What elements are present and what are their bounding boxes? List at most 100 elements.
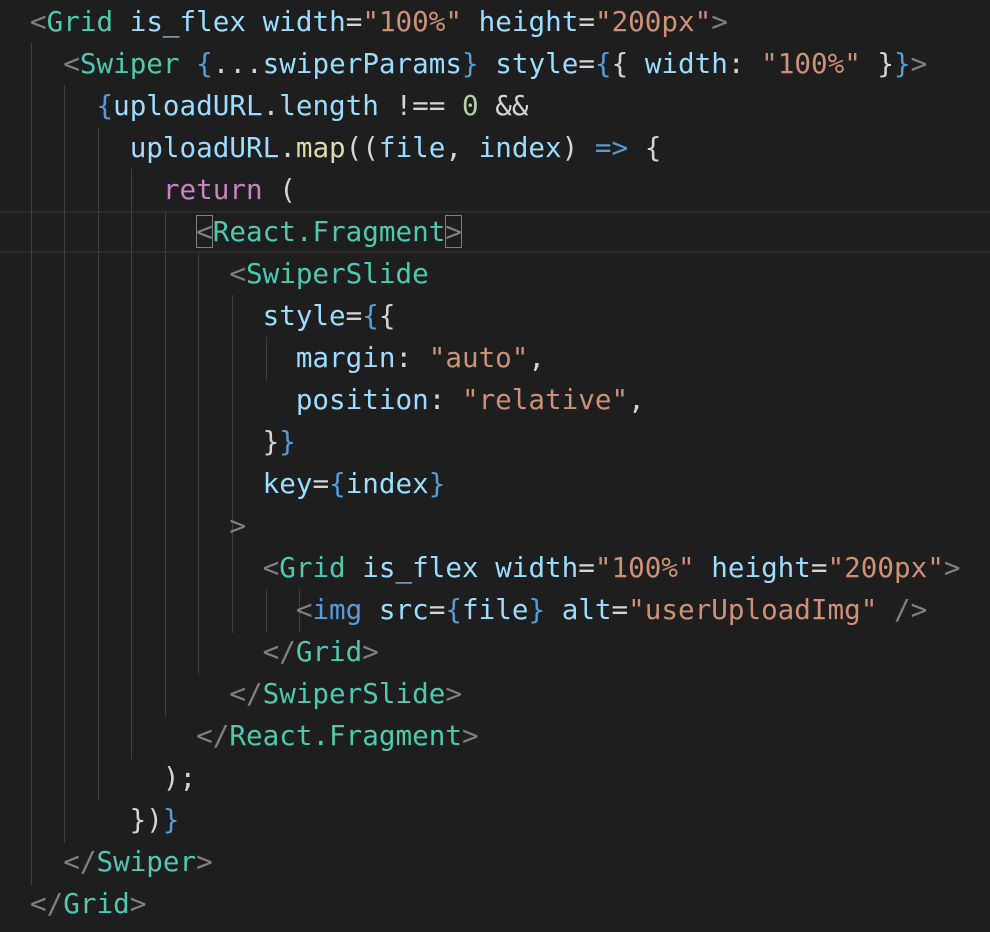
code-line: position: "relative", [30,379,645,421]
code-line: > [30,505,246,547]
code-token: /> [894,593,928,626]
code-token: } [279,425,296,458]
code-token: </ [229,677,263,710]
code-token: ) [561,131,595,164]
code-line: <SwiperSlide [30,253,429,295]
code-token: key [262,467,313,500]
code-token: is_flex [129,5,246,38]
code-line: <React.Fragment> [30,211,462,253]
code-token: SwiperSlide [245,257,429,290]
code-line: return ( [30,169,296,211]
code-line: margin: "auto", [30,337,545,379]
code-token: map [295,131,346,164]
code-token: Grid [46,5,114,38]
code-token: : [428,383,462,416]
code-token: } [428,467,446,500]
code-token: style [495,47,579,80]
code-token: > [445,677,462,710]
code-token: "auto" [428,341,529,374]
code-token: width [262,5,346,38]
code-token: { [378,299,396,332]
code-token: { [196,47,213,80]
code-token: "100%" [761,47,861,80]
code-token: , [528,341,546,374]
code-token: } [528,593,546,626]
code-token: } [30,425,280,458]
code-token: < [229,257,246,290]
code-token: uploadURL [129,131,280,164]
code-token: Swiper [79,47,180,80]
code-token: </ [262,635,296,668]
code-token: "relative" [461,383,629,416]
code-token: style [262,299,346,332]
code-token: = [345,5,363,38]
code-token: > [461,719,479,752]
code-token: > [445,215,462,248]
code-token: ( [262,173,296,206]
code-token: Swiper [96,845,197,878]
code-editor[interactable]: <Grid is_flex width="100%" height="200px… [0,0,990,932]
code-token: { [329,467,346,500]
code-token: > [711,5,728,38]
code-token: ); [30,761,197,794]
code-token: </ [30,887,64,920]
code-line: </SwiperSlide> [30,673,462,715]
code-token: 0 [461,89,479,122]
code-token: > [229,509,246,542]
code-token: . [279,131,296,164]
code-token: (( [345,131,379,164]
code-line: </Grid> [30,883,146,925]
code-token: index [345,467,429,500]
code-token: { [96,89,114,122]
code-token: }) [30,803,163,836]
code-token: { [611,47,645,80]
code-token: && [478,89,529,122]
code-token: </ [196,719,230,752]
code-token: position [295,383,429,416]
code-line: <Swiper {...swiperParams} style={{ width… [30,43,927,85]
code-token: width [495,551,579,584]
code-line: }} [30,421,296,463]
code-token: } [462,47,479,80]
code-token: < [63,47,80,80]
code-token: Grid [295,635,363,668]
code-token: < [295,593,313,626]
code-line: </Grid> [30,631,379,673]
code-token: => [594,131,629,164]
code-token: </ [63,845,97,878]
code-token: file [378,131,446,164]
code-token: { [362,299,379,332]
code-token: = [578,5,595,38]
code-token: React.Fragment [212,215,446,248]
code-token: { [628,131,662,164]
code-token: "100%" [362,5,463,38]
code-line: <Grid is_flex width="100%" height="200px… [30,547,961,589]
code-token: height [711,551,811,584]
code-token: > [943,551,961,584]
code-token: !== [378,89,462,122]
code-line: {uploadURL.length !== 0 && [30,85,528,127]
code-token: width [644,47,728,80]
code-token: file [462,593,529,626]
code-token: margin [295,341,396,374]
code-token: , [628,383,645,416]
code-token: uploadURL [113,89,263,122]
code-line: uploadURL.map((file, index) => { [30,127,662,169]
code-line: </React.Fragment> [30,715,479,757]
code-line: })} [30,799,180,841]
code-token: : [395,341,429,374]
code-token: < [262,551,280,584]
